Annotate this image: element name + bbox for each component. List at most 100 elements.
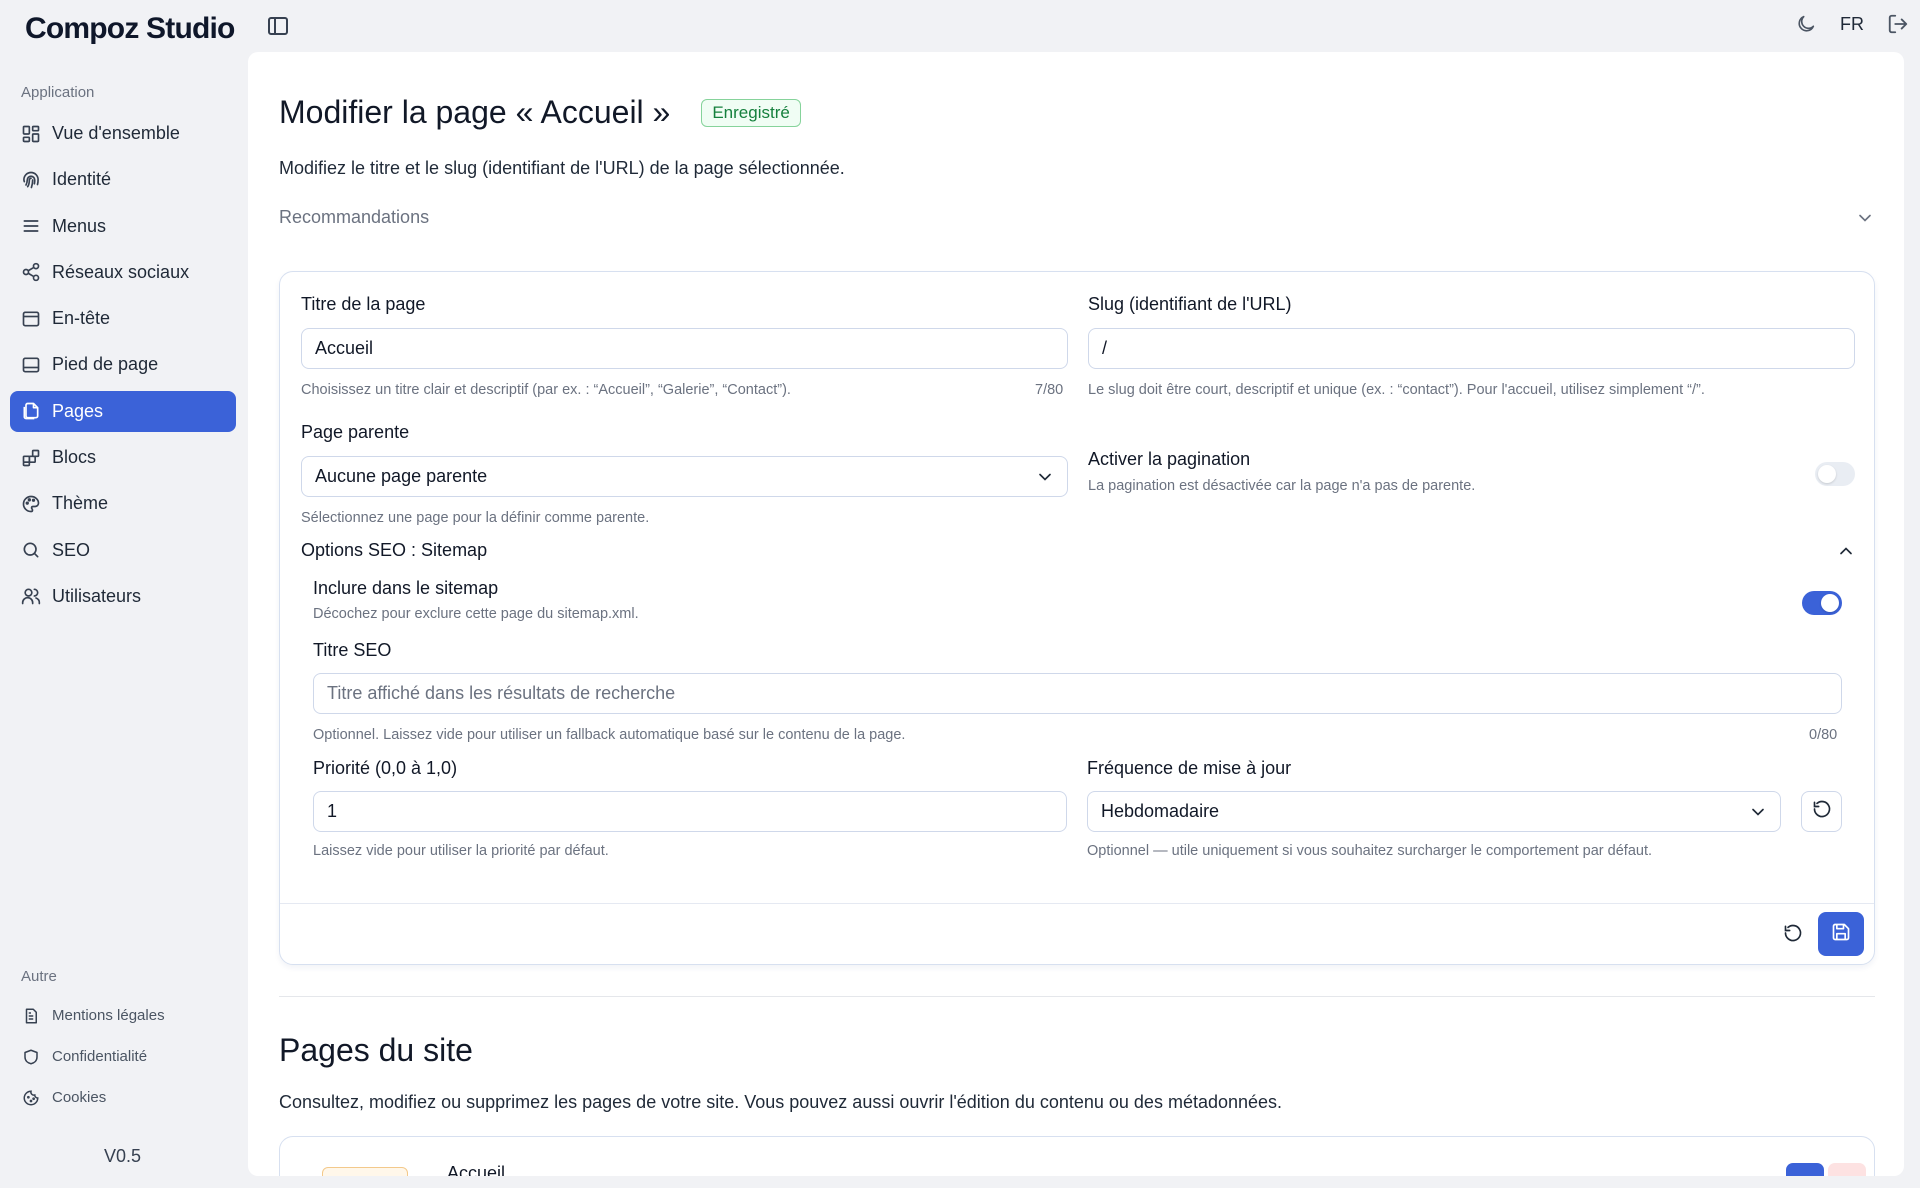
seo-section-title[interactable]: Options SEO : Sitemap bbox=[301, 540, 487, 561]
reset-frequency-button[interactable] bbox=[1801, 791, 1842, 832]
sidebar-item-seo[interactable]: SEO bbox=[10, 530, 236, 571]
sidebar-item-header[interactable]: En-tête bbox=[10, 298, 236, 339]
sidebar-toggle-icon[interactable] bbox=[266, 14, 290, 38]
users-icon bbox=[21, 586, 41, 606]
shield-icon bbox=[21, 1047, 41, 1067]
seo-title-label: Titre SEO bbox=[313, 640, 392, 660]
logout-icon[interactable] bbox=[1886, 12, 1910, 36]
seo-title-counter: 0/80 bbox=[1809, 727, 1838, 743]
sitemap-help: Décochez pour exclure cette page du site… bbox=[313, 606, 639, 622]
file-text-icon bbox=[21, 1006, 41, 1026]
header-icon bbox=[21, 309, 41, 329]
sidebar-item-theme[interactable]: Thème bbox=[10, 483, 236, 524]
pages-section-title: Pages du site bbox=[279, 1032, 473, 1068]
sidebar-item-identity[interactable]: Identité bbox=[10, 159, 236, 200]
toggle-knob bbox=[1818, 465, 1836, 483]
priority-label: Priorité (0,0 à 1,0) bbox=[313, 758, 458, 778]
save-button[interactable] bbox=[1818, 912, 1864, 956]
sidebar-item-footer[interactable]: Pied de page bbox=[10, 344, 236, 385]
slug-input[interactable]: / bbox=[1088, 328, 1855, 369]
cookie-icon bbox=[21, 1088, 41, 1108]
recommendations-toggle[interactable]: Recommandations bbox=[279, 207, 1875, 228]
sidebar-item-label: Pied de page bbox=[52, 354, 159, 375]
pagination-help: La pagination est désactivée car la page… bbox=[1088, 478, 1476, 494]
sidebar-item-menus[interactable]: Menus bbox=[10, 206, 236, 247]
pages-list: Accueil bbox=[279, 1136, 1875, 1176]
chevron-up-icon[interactable] bbox=[1835, 540, 1857, 562]
sidebar-item-label: SEO bbox=[52, 539, 91, 560]
recommendations-label: Recommandations bbox=[279, 207, 430, 227]
seo-title-input[interactable]: Titre affiché dans les résultats de rech… bbox=[313, 673, 1842, 714]
sidebar-item-label: Vue d'ensemble bbox=[52, 123, 180, 143]
page-row-title[interactable]: Accueil bbox=[447, 1163, 505, 1176]
sitemap-toggle[interactable] bbox=[1802, 591, 1842, 615]
nav-section-other: Autre bbox=[21, 968, 57, 985]
sidebar-item-cookies[interactable]: Cookies bbox=[10, 1077, 236, 1118]
priority-input-value: 1 bbox=[327, 801, 338, 821]
nav-list-main: Vue d'ensemble Identité Menus Réseaux so… bbox=[10, 113, 236, 622]
page-edit-form: Titre de la page Accueil Choisissez un t… bbox=[279, 271, 1875, 965]
sidebar-item-legal[interactable]: Mentions légales bbox=[10, 995, 236, 1036]
chevron-down-icon bbox=[1748, 802, 1768, 822]
parent-select-value: Aucune page parente bbox=[315, 466, 488, 486]
pages-icon bbox=[21, 401, 41, 421]
sidebar-item-overview[interactable]: Vue d'ensemble bbox=[10, 113, 236, 154]
title-input[interactable]: Accueil bbox=[301, 328, 1068, 369]
sidebar-item-label: En-tête bbox=[52, 308, 111, 329]
page-description: Modifiez le titre et le slug (identifian… bbox=[279, 158, 845, 178]
card-divider bbox=[280, 903, 1874, 904]
brand-logo[interactable]: Compoz Studio bbox=[25, 12, 235, 46]
row-status-badge bbox=[322, 1167, 408, 1176]
sitemap-label: Inclure dans le sitemap bbox=[313, 578, 499, 598]
menu-icon bbox=[21, 216, 41, 236]
sidebar-item-label: Cookies bbox=[52, 1089, 107, 1106]
blocks-icon bbox=[21, 448, 41, 468]
sidebar-item-label: Utilisateurs bbox=[52, 585, 142, 606]
priority-input[interactable]: 1 bbox=[313, 791, 1067, 832]
sidebar-item-privacy[interactable]: Confidentialité bbox=[10, 1036, 236, 1077]
sidebar: Compoz Studio Application Vue d'ensemble… bbox=[0, 0, 248, 1188]
page-title: Modifier la page « Accueil » bbox=[279, 94, 671, 130]
title-input-value: Accueil bbox=[315, 338, 374, 358]
seo-title-placeholder: Titre affiché dans les résultats de rech… bbox=[327, 683, 676, 703]
seo-title-help: Optionnel. Laissez vide pour utiliser un… bbox=[313, 727, 906, 743]
page-header: Modifier la page « Accueil » Enregistré bbox=[279, 94, 801, 131]
title-help: Choisissez un titre clair et descriptif … bbox=[301, 382, 791, 398]
section-divider bbox=[279, 996, 1875, 997]
nav-section-application: Application bbox=[21, 84, 95, 101]
sidebar-item-label: Pages bbox=[52, 400, 104, 421]
slug-label: Slug (identifiant de l'URL) bbox=[1088, 294, 1292, 314]
pagination-toggle[interactable] bbox=[1815, 462, 1855, 486]
sidebar-item-label: Mentions légales bbox=[52, 1007, 165, 1024]
priority-help: Laissez vide pour utiliser la priorité p… bbox=[313, 843, 609, 859]
parent-select[interactable]: Aucune page parente bbox=[301, 456, 1068, 497]
nav-list-other: Mentions légales Confidentialité Cookies bbox=[10, 995, 236, 1118]
sidebar-item-social[interactable]: Réseaux sociaux bbox=[10, 252, 236, 293]
moon-icon[interactable] bbox=[1794, 12, 1818, 36]
share-icon bbox=[21, 262, 41, 282]
freq-help: Optionnel — utile uniquement si vous sou… bbox=[1087, 843, 1653, 859]
grid-icon bbox=[21, 124, 41, 144]
sidebar-item-label: Confidentialité bbox=[52, 1048, 148, 1065]
freq-label: Fréquence de mise à jour bbox=[1087, 758, 1292, 778]
pagination-label: Activer la pagination bbox=[1088, 449, 1251, 469]
sidebar-item-label: Réseaux sociaux bbox=[52, 261, 190, 282]
footer-icon bbox=[21, 355, 41, 375]
status-badge: Enregistré bbox=[701, 98, 801, 127]
palette-icon bbox=[21, 494, 41, 514]
sidebar-item-label: Blocs bbox=[52, 447, 97, 468]
freq-select-value: Hebdomadaire bbox=[1101, 801, 1220, 821]
sidebar-item-pages[interactable]: Pages bbox=[10, 390, 236, 432]
language-switch[interactable]: FR bbox=[1840, 14, 1864, 35]
sidebar-item-users[interactable]: Utilisateurs bbox=[10, 576, 236, 617]
sidebar-item-label: Menus bbox=[52, 215, 107, 236]
reset-form-button[interactable] bbox=[1782, 922, 1804, 944]
pages-section-description: Consultez, modifiez ou supprimez les pag… bbox=[279, 1092, 1283, 1112]
sidebar-item-blocks[interactable]: Blocs bbox=[10, 437, 236, 478]
topbar-actions: FR bbox=[1794, 12, 1910, 36]
row-delete-button[interactable] bbox=[1828, 1163, 1866, 1176]
fingerprint-icon bbox=[21, 170, 41, 190]
row-edit-button[interactable] bbox=[1786, 1163, 1824, 1176]
title-counter: 7/80 bbox=[1035, 382, 1064, 398]
freq-select[interactable]: Hebdomadaire bbox=[1087, 791, 1781, 832]
